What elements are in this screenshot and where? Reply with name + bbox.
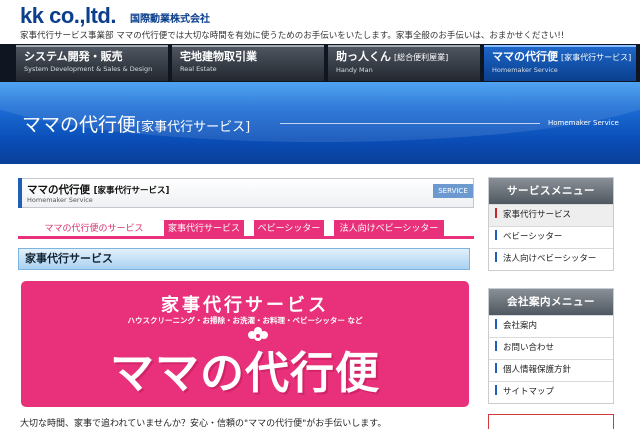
section-heading: 家事代行サービス xyxy=(18,248,470,270)
sidebar-item-corporate-babysitter[interactable]: 法人向けベビーシッター xyxy=(489,248,613,270)
service-menu: サービスメニュー 家事代行サービス ベビーシッター 法人向けベビーシッター xyxy=(488,177,614,271)
nav-item-title: ママの代行便 [家事代行サービス] xyxy=(492,50,632,63)
promo-banner: 家事代行サービス ハウスクリーニング・お掃除・お洗濯・お料理・ベビーシッター な… xyxy=(21,281,469,407)
company-name: 国際動業株式会社 xyxy=(130,14,210,25)
service-menu-title: サービスメニュー xyxy=(489,178,613,204)
nav-item-subtitle: System Development & Sales & Design xyxy=(24,65,153,73)
site-tagline: 家事代行サービス事業部 ママの代行便では大切な時間を有効に使うためのお手伝いをい… xyxy=(20,31,565,41)
hero-banner: ママの代行便[家事代行サービス] Homemaker Service xyxy=(0,82,640,164)
sidebar-item-contact[interactable]: お問い合わせ xyxy=(489,337,613,359)
sidebar-item-housekeeping[interactable]: 家事代行サービス xyxy=(489,204,613,226)
sidebar-item-company-info[interactable]: 会社案内 xyxy=(489,315,613,337)
nav-item-subtitle: Homemaker Service xyxy=(492,66,558,74)
tab-housekeeping[interactable]: 家事代行サービス xyxy=(164,220,244,239)
nav-item-title: 助っ人くん [総合便利屋業] xyxy=(336,50,449,63)
sidebar-item-babysitter[interactable]: ベビーシッター xyxy=(489,226,613,248)
intro-text: 大切な時間、家事で追われていませんか？安心・信頼の"ママの代行便"がお手伝いしま… xyxy=(20,419,387,429)
page-title-tag: [家事代行サービス] xyxy=(93,186,170,196)
sub-tabs: ママの代行便のサービス 家事代行サービス ベビーシッター 法人向けベビーシッター xyxy=(18,219,474,239)
nav-item-system-development[interactable]: システム開発・販売 System Development & Sales & D… xyxy=(16,45,168,81)
banner-subtitle: Homemaker Service xyxy=(548,119,619,127)
tab-corporate-babysitter[interactable]: 法人向けベビーシッター xyxy=(334,220,444,239)
nav-item-real-estate[interactable]: 宅地建物取引業 Real Estate xyxy=(172,45,324,81)
promo-subtitle: ハウスクリーニング・お掃除・お洗濯・お料理・ベビーシッター など xyxy=(127,316,363,325)
tab-babysitter[interactable]: ベビーシッター xyxy=(254,220,324,239)
nav-item-handy-man[interactable]: 助っ人くん [総合便利屋業] Handy Man xyxy=(328,45,480,81)
service-badge: SERVICE xyxy=(433,184,473,198)
company-menu: 会社案内メニュー 会社案内 お問い合わせ 個人情報保護方針 サイトマップ xyxy=(488,288,614,404)
nav-item-subtitle: Real Estate xyxy=(180,65,217,73)
banner-divider xyxy=(280,123,540,124)
nav-item-homemaker-service[interactable]: ママの代行便 [家事代行サービス] Homemaker Service xyxy=(484,45,636,81)
promo-brand-logo: ママの代行便 xyxy=(110,348,380,399)
banner-title: ママの代行便[家事代行サービス] xyxy=(22,114,251,136)
page-title: ママの代行便 [家事代行サービス] xyxy=(27,184,170,196)
company-menu-title: 会社案内メニュー xyxy=(489,289,613,315)
sidebar-banner[interactable] xyxy=(488,414,614,429)
nav-item-subtitle: Handy Man xyxy=(336,66,373,74)
nav-item-title: システム開発・販売 xyxy=(24,50,123,63)
sidebar-item-privacy-policy[interactable]: 個人情報保護方針 xyxy=(489,359,613,381)
sidebar-item-sitemap[interactable]: サイトマップ xyxy=(489,381,613,403)
global-nav: システム開発・販売 System Development & Sales & D… xyxy=(0,44,640,82)
page-heading: ママの代行便 [家事代行サービス] Homemaker Service SERV… xyxy=(18,178,474,208)
site-logo[interactable]: kk co.,ltd. xyxy=(20,3,116,29)
tab-mama-services[interactable]: ママの代行便のサービス xyxy=(38,220,150,239)
nav-item-title: 宅地建物取引業 xyxy=(180,50,257,63)
banner-title-tag: [家事代行サービス] xyxy=(136,120,251,135)
page-subtitle: Homemaker Service xyxy=(27,196,93,204)
promo-title: 家事代行サービス xyxy=(161,295,329,316)
nav-item-tag: [家事代行サービス] xyxy=(561,53,632,62)
nav-item-tag: [総合便利屋業] xyxy=(394,53,449,62)
